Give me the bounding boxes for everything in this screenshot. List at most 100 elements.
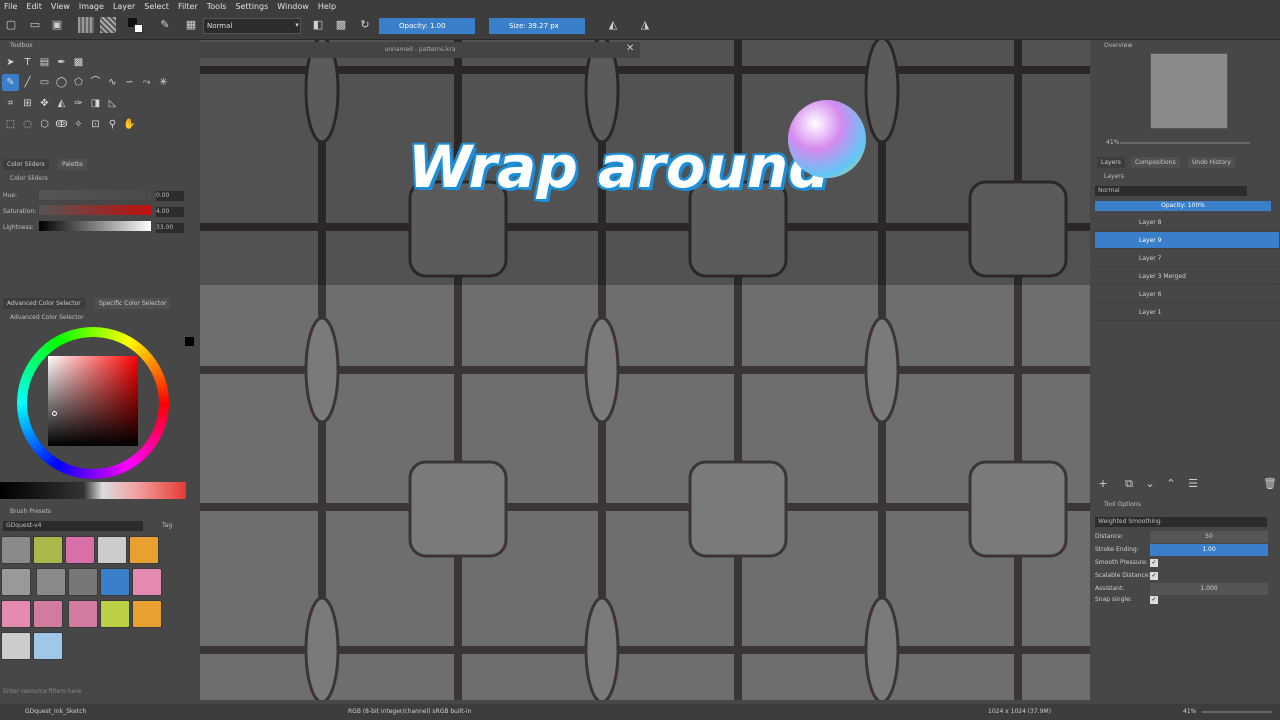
transform-tool-icon[interactable]: ⊞	[19, 95, 36, 112]
hue-value[interactable]: 0.00	[156, 191, 184, 201]
menu-filter[interactable]: Filter	[178, 2, 198, 11]
distance-value[interactable]: 50	[1150, 531, 1268, 543]
menu-select[interactable]: Select	[144, 2, 169, 11]
brush-preset[interactable]	[33, 600, 63, 628]
duplicate-layer-icon[interactable]: ⧉	[1122, 477, 1136, 491]
resource-filter-input[interactable]: Enter resource filters here	[3, 687, 81, 697]
hue-slider[interactable]	[39, 190, 151, 200]
saturation-value-square[interactable]	[48, 356, 138, 446]
delete-layer-icon[interactable]: 🗑	[1263, 477, 1277, 491]
menu-help[interactable]: Help	[318, 2, 336, 11]
status-zoom[interactable]: 41%	[1183, 704, 1196, 720]
polygon-select-icon[interactable]: ⬡	[36, 116, 53, 133]
color-picker-icon[interactable]: ✑	[70, 95, 87, 112]
multibrush-icon[interactable]: ✳	[155, 74, 172, 91]
layer-blend-select[interactable]: Normal	[1095, 186, 1247, 196]
pan-tool-icon[interactable]: ✋	[121, 116, 138, 133]
brush-preset[interactable]	[67, 600, 98, 628]
move-down-icon[interactable]: ⌄	[1143, 477, 1157, 491]
add-layer-icon[interactable]: +	[1096, 477, 1110, 491]
layer-row[interactable]: Layer 7	[1095, 250, 1279, 267]
brush-preset[interactable]	[67, 568, 98, 596]
chevron-down-icon[interactable]: ▾	[290, 18, 304, 32]
brush-preset[interactable]	[35, 568, 66, 596]
menu-image[interactable]: Image	[79, 2, 104, 11]
new-document-icon[interactable]: ▢	[4, 18, 18, 32]
open-folder-icon[interactable]: ▭	[28, 18, 42, 32]
eraser-icon[interactable]: ◧	[311, 18, 325, 32]
layer-properties-icon[interactable]: ☰	[1186, 477, 1200, 491]
color-history-bar[interactable]	[0, 482, 186, 499]
brush-tag-select[interactable]: GDquest-v4	[3, 521, 143, 531]
pattern-preset-icon[interactable]	[100, 17, 116, 33]
layer-opacity-slider[interactable]: Opacity: 100%	[1095, 201, 1271, 211]
freehand-select-icon[interactable]: ↂ	[53, 116, 70, 133]
brush-preset[interactable]	[131, 600, 162, 628]
zoom-tool-icon[interactable]: ⚲	[104, 116, 121, 133]
assistant-value[interactable]: 1.000	[1150, 583, 1268, 595]
measure-tool-icon[interactable]: ◺	[104, 95, 121, 112]
brush-preset[interactable]	[129, 536, 159, 564]
brush-preset[interactable]	[1, 536, 31, 564]
menu-view[interactable]: View	[51, 2, 70, 11]
brush-preset[interactable]	[99, 568, 130, 596]
rectangle-tool-icon[interactable]: ▭	[36, 74, 53, 91]
overview-thumbnail[interactable]	[1150, 53, 1228, 129]
save-icon[interactable]: ▣	[50, 18, 64, 32]
size-slider[interactable]: Size: 39.27 px	[489, 18, 585, 34]
similar-select-icon[interactable]: ⊡	[87, 116, 104, 133]
saturation-value[interactable]: 4.00	[156, 207, 184, 217]
text-tool-icon[interactable]: T	[19, 54, 36, 71]
brush-preset[interactable]	[99, 600, 130, 628]
brush-preset[interactable]	[1, 600, 31, 628]
polygon-tool-icon[interactable]: ⬠	[70, 74, 87, 91]
polyline-tool-icon[interactable]: ⌒	[87, 74, 104, 91]
tab-compositions[interactable]: Compositions	[1131, 157, 1180, 168]
bezier-tool-icon[interactable]: ∿	[104, 74, 121, 91]
menu-file[interactable]: File	[4, 2, 17, 11]
brush-preset[interactable]	[33, 536, 63, 564]
brush-editor-icon[interactable]: ✎	[158, 18, 172, 32]
opacity-slider[interactable]: Opacity: 1.00	[379, 18, 475, 34]
layer-row-selected[interactable]: Layer 9	[1095, 232, 1279, 249]
move-up-icon[interactable]: ⌃	[1164, 477, 1178, 491]
close-icon[interactable]: ✕	[626, 43, 634, 54]
layer-row[interactable]: Layer 1	[1095, 304, 1279, 321]
menu-edit[interactable]: Edit	[26, 2, 42, 11]
tab-palette[interactable]: Palette	[58, 159, 87, 170]
saturation-slider[interactable]	[39, 205, 151, 215]
brush-preset[interactable]	[97, 536, 127, 564]
mirror-horizontal-icon[interactable]: ◭	[606, 18, 620, 32]
pattern-edit-icon[interactable]: ▩	[70, 54, 87, 71]
brush-preset[interactable]	[33, 632, 63, 660]
calligraphy-icon[interactable]: ✒	[53, 54, 70, 71]
snap-single-checkbox[interactable]: ✓	[1150, 596, 1158, 604]
background-color-swatch[interactable]	[134, 24, 143, 33]
smoothing-select[interactable]: Weighted Smoothing	[1095, 517, 1267, 527]
menu-window[interactable]: Window	[277, 2, 309, 11]
blend-mode-select[interactable]: Normal	[203, 18, 301, 34]
stroke-ending-value[interactable]: 1.00	[1150, 544, 1268, 556]
smooth-pressure-checkbox[interactable]: ✓	[1150, 559, 1158, 567]
tag-label[interactable]: Tag	[162, 521, 172, 531]
gradient-tool-icon[interactable]: ◨	[87, 95, 104, 112]
brush-presets-icon[interactable]: ▦	[184, 18, 198, 32]
layer-row[interactable]: Layer 6	[1095, 286, 1279, 303]
document-tab[interactable]: unnamed - patterns.kra	[200, 42, 640, 58]
alpha-lock-icon[interactable]: ▩	[334, 18, 348, 32]
magic-wand-icon[interactable]: ✧	[70, 116, 87, 133]
overview-zoom-slider[interactable]	[1120, 142, 1250, 144]
menu-settings[interactable]: Settings	[235, 2, 268, 11]
tab-advanced-color-selector[interactable]: Advanced Color Selector	[3, 298, 85, 309]
brush-preset[interactable]	[1, 632, 31, 660]
gradient-preset-icon[interactable]	[78, 17, 94, 33]
brush-preset[interactable]	[1, 568, 31, 596]
mirror-vertical-icon[interactable]: ◮	[638, 18, 652, 32]
rect-select-icon[interactable]: ⬚	[2, 116, 19, 133]
lightness-value[interactable]: 33.00	[156, 223, 184, 233]
brush-preset[interactable]	[131, 568, 162, 596]
fill-tool-icon[interactable]: ◭	[53, 95, 70, 112]
current-color-swatch[interactable]	[185, 337, 194, 346]
brush-preset[interactable]	[65, 536, 95, 564]
menu-tools[interactable]: Tools	[207, 2, 227, 11]
